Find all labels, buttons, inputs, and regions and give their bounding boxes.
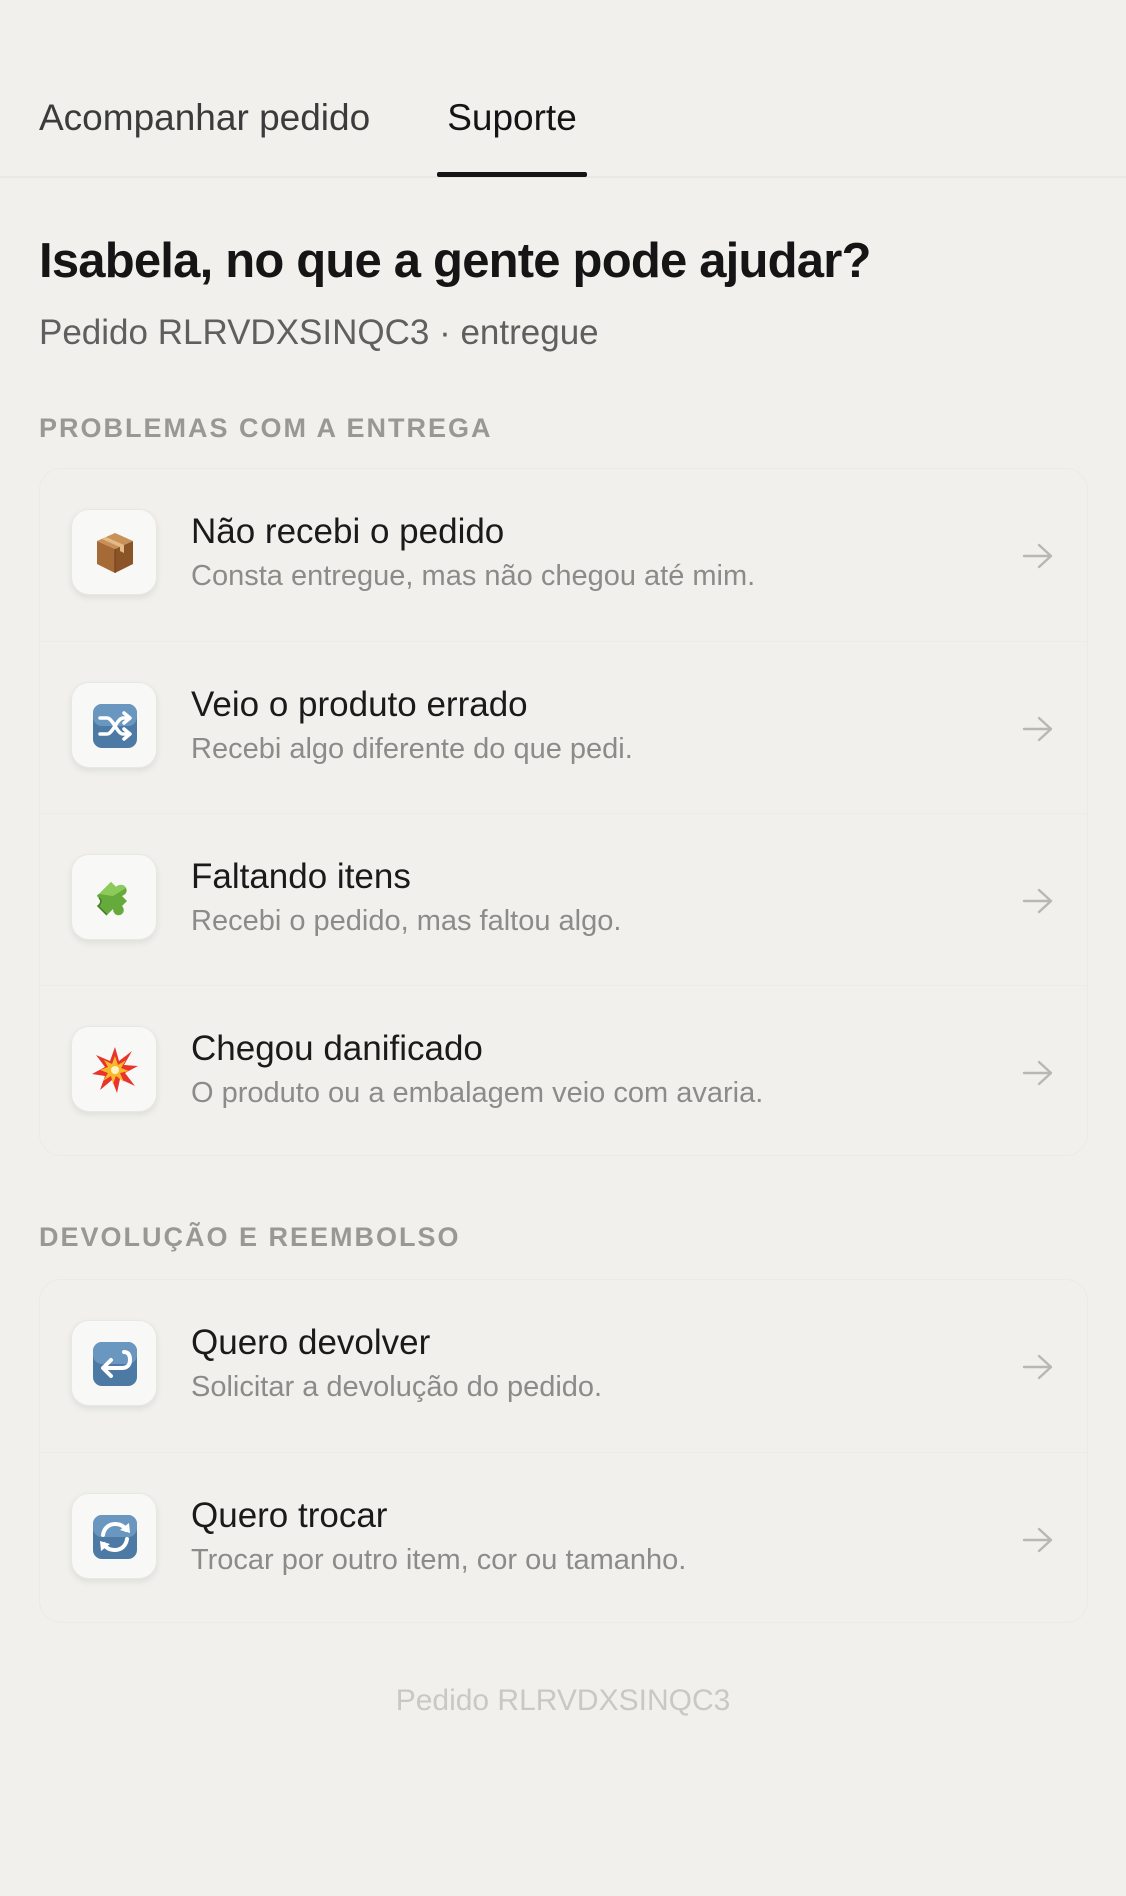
option-title: Veio o produto errado: [191, 685, 528, 724]
option-quero-devolver[interactable]: Quero devolver Solicitar a devolução do …: [40, 1280, 1087, 1452]
tab-acompanhar-pedido[interactable]: Acompanhar pedido: [39, 90, 370, 146]
active-tab-indicator: [437, 172, 587, 177]
option-title: Quero devolver: [191, 1323, 431, 1362]
arrow-right-icon: [1022, 1060, 1053, 1086]
option-title: Quero trocar: [191, 1496, 388, 1535]
option-chegou-danificado[interactable]: Chegou danificado O produto ou a embalag…: [40, 985, 1087, 1158]
option-quero-trocar[interactable]: Quero trocar Trocar por outro item, cor …: [40, 1452, 1087, 1625]
arrow-right-icon: [1022, 1527, 1053, 1553]
arrow-right-icon: [1022, 888, 1053, 914]
package-icon: [71, 509, 157, 595]
delivery-problems-card: Não recebi o pedido Consta entregue, mas…: [39, 468, 1088, 1156]
option-description: Recebi algo diferente do que pedi.: [191, 733, 633, 765]
option-description: Solicitar a devolução do pedido.: [191, 1371, 603, 1403]
order-status-subtitle: Pedido RLRVDXSINQC3 · entregue: [39, 313, 599, 352]
tab-suporte[interactable]: Suporte: [437, 90, 587, 146]
cycle-arrows-icon: [71, 1493, 157, 1579]
arrow-right-icon: [1022, 1354, 1053, 1380]
puzzle-piece-icon: [71, 854, 157, 940]
option-title: Não recebi o pedido: [191, 512, 505, 551]
return-arrow-icon: [71, 1320, 157, 1406]
arrow-right-icon: [1022, 543, 1053, 569]
section-label-delivery-problems: PROBLEMAS COM A ENTREGA: [39, 413, 493, 443]
arrow-right-icon: [1022, 716, 1053, 742]
page-title: Isabela, no que a gente pode ajudar?: [39, 234, 871, 288]
option-faltando-itens[interactable]: Faltando itens Recebi o pedido, mas falt…: [40, 813, 1087, 986]
option-description: O produto ou a embalagem veio com avaria…: [191, 1077, 764, 1109]
tab-bar: Acompanhar pedido Suporte: [0, 0, 1126, 178]
collision-icon: [71, 1026, 157, 1112]
option-nao-recebi-o-pedido[interactable]: Não recebi o pedido Consta entregue, mas…: [40, 469, 1087, 641]
order-id-footer: Pedido RLRVDXSINQC3: [395, 1684, 731, 1717]
option-description: Consta entregue, mas não chegou até mim.: [191, 560, 756, 592]
option-title: Faltando itens: [191, 857, 411, 896]
option-veio-o-produto-errado[interactable]: Veio o produto errado Recebi algo difere…: [40, 641, 1087, 814]
returns-refunds-card: Quero devolver Solicitar a devolução do …: [39, 1279, 1088, 1623]
section-label-returns-refunds: DEVOLUÇÃO E REEMBOLSO: [39, 1222, 461, 1252]
option-description: Recebi o pedido, mas faltou algo.: [191, 905, 622, 937]
option-description: Trocar por outro item, cor ou tamanho.: [191, 1544, 687, 1576]
option-title: Chegou danificado: [191, 1029, 483, 1068]
shuffle-icon: [71, 682, 157, 768]
